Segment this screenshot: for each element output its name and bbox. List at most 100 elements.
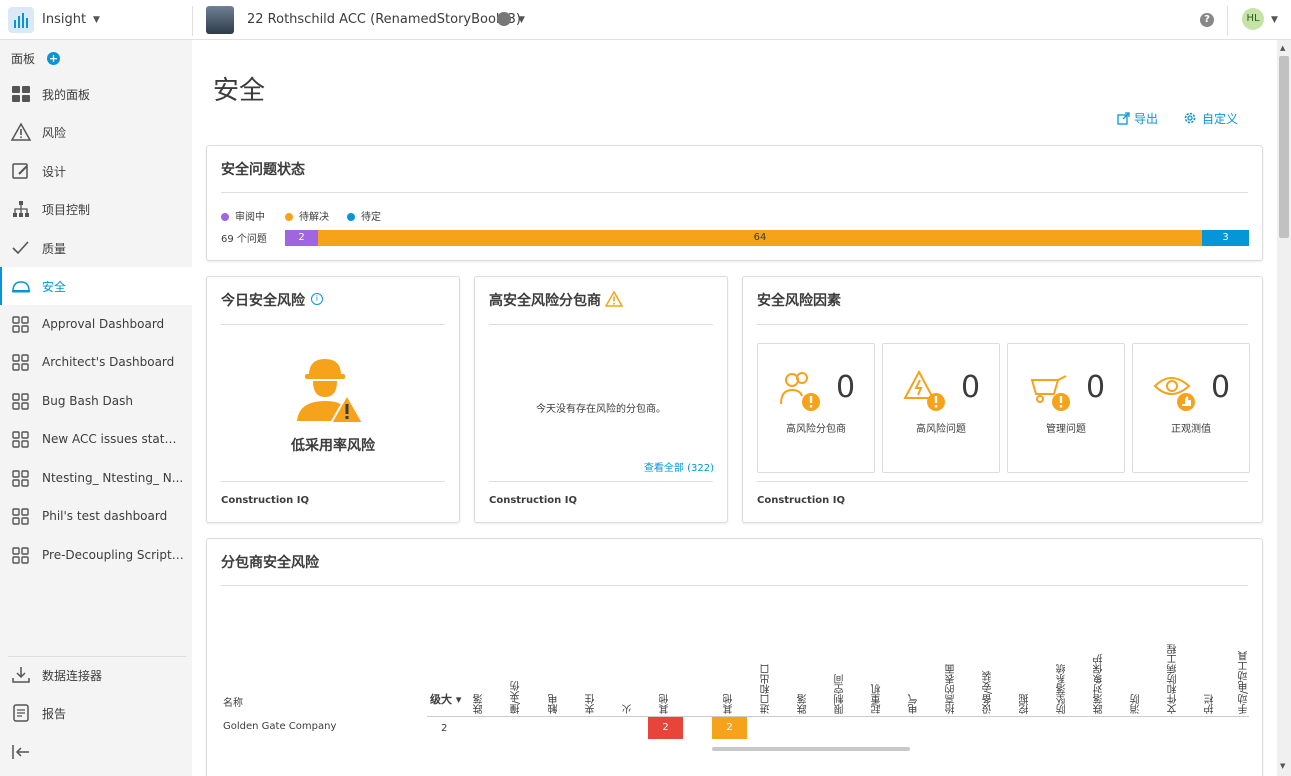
sidebar-item-pre-decoupling[interactable]: Pre-Decoupling Script ... bbox=[0, 537, 192, 575]
scroll-down-icon[interactable]: ▼ bbox=[1280, 762, 1285, 770]
checkmark-icon bbox=[12, 241, 29, 255]
factor-high-risk-subcontractors[interactable]: 0 高风险分包商 bbox=[757, 343, 875, 473]
horizontal-scrollbar[interactable] bbox=[712, 747, 910, 751]
column-header[interactable]: 防坠落系统 bbox=[1055, 634, 1069, 714]
construction-iq-label: Construction IQ bbox=[757, 495, 845, 506]
sidebar-item-label: New ACC issues status... bbox=[42, 432, 184, 446]
chevron-down-icon[interactable]: ▼ bbox=[93, 15, 100, 25]
dashboard-grid-icon bbox=[12, 316, 29, 333]
risk-cell-medium[interactable]: 2 bbox=[712, 717, 747, 739]
column-header[interactable]: 护栏 bbox=[1203, 634, 1217, 714]
divider bbox=[192, 6, 193, 36]
legend-item[interactable]: 待解决 bbox=[285, 208, 329, 223]
app-name[interactable]: Insight bbox=[42, 12, 86, 27]
scrollbar-thumb[interactable] bbox=[1279, 56, 1289, 238]
column-header[interactable]: 其他 bbox=[658, 634, 672, 714]
sidebar-item-label: Phil's test dashboard bbox=[42, 509, 168, 523]
column-header[interactable]: 限制空间 bbox=[833, 634, 847, 714]
column-header[interactable]: 其他 bbox=[722, 634, 736, 714]
sidebar-item-label: 风险 bbox=[42, 126, 67, 140]
factor-housekeeping-issues[interactable]: 0 管理问题 bbox=[1007, 343, 1125, 473]
column-header[interactable]: 跌落对象保护 bbox=[1092, 634, 1106, 714]
card-title: 高安全风险分包商 bbox=[489, 293, 601, 309]
sidebar-item-label: 数据连接器 bbox=[42, 669, 103, 683]
sidebar: 面板 + 我的面板 风险 设计 项目控制 质量 安全 Approval Dash… bbox=[0, 40, 192, 776]
sidebar-item-quality[interactable]: 质量 bbox=[0, 229, 192, 267]
column-header[interactable]: 跌落 bbox=[796, 634, 810, 714]
avatar[interactable]: HL bbox=[1242, 8, 1264, 30]
sidebar-item-project-control[interactable]: 项目控制 bbox=[0, 190, 192, 228]
column-header[interactable]: 文件和防病工程 bbox=[1166, 634, 1180, 714]
column-header[interactable]: 抬高的表面 bbox=[944, 634, 958, 714]
column-header[interactable]: 消防 bbox=[1129, 634, 1143, 714]
wheelbarrow-warning-icon bbox=[1030, 375, 1070, 411]
status-bar-segment-pending[interactable]: 3 bbox=[1202, 230, 1249, 246]
edit-pencil-icon bbox=[12, 163, 28, 179]
sidebar-item-design[interactable]: 设计 bbox=[0, 152, 192, 190]
dashboard-grid-icon bbox=[12, 508, 29, 525]
sidebar-item-architects-dashboard[interactable]: Architect's Dashboard bbox=[0, 344, 192, 382]
sidebar-item-risk[interactable]: 风险 bbox=[0, 113, 192, 151]
divider bbox=[221, 585, 1248, 586]
sidebar-item-bug-bash-dash[interactable]: Bug Bash Dash bbox=[0, 383, 192, 421]
card-title: 安全问题状态 bbox=[221, 162, 305, 178]
help-icon[interactable]: ? bbox=[1200, 13, 1214, 27]
column-header[interactable]: 进口和出口 bbox=[759, 634, 773, 714]
column-header[interactable]: 撞/夹伤 bbox=[509, 634, 523, 714]
dashboard-grid-icon bbox=[12, 431, 29, 448]
sidebar-item-ntesting[interactable]: Ntesting_ Ntesting_ N... bbox=[0, 460, 192, 498]
sidebar-item-safety[interactable]: 安全 bbox=[0, 267, 192, 305]
column-header[interactable]: 挖掘 bbox=[1018, 634, 1032, 714]
project-thumbnail bbox=[206, 6, 234, 34]
factor-high-risk-issues[interactable]: 0 高风险问题 bbox=[882, 343, 1000, 473]
column-header[interactable]: 触电 bbox=[547, 634, 561, 714]
subcontractor-name[interactable]: Golden Gate Company bbox=[223, 721, 336, 732]
total-value: 2 bbox=[441, 723, 448, 734]
chevron-down-icon[interactable]: ▼ bbox=[518, 15, 525, 25]
customize-button[interactable]: 自定义 bbox=[1183, 110, 1238, 127]
divider bbox=[757, 324, 1248, 325]
column-header[interactable]: 电气 bbox=[907, 634, 921, 714]
sidebar-item-label: Pre-Decoupling Script ... bbox=[42, 548, 184, 562]
table-row[interactable]: Golden Gate Company 2 2 2 bbox=[221, 717, 1249, 741]
risk-cell-high[interactable]: 2 bbox=[648, 717, 683, 739]
legend-item[interactable]: 待定 bbox=[347, 208, 381, 223]
export-button[interactable]: 导出 bbox=[1117, 110, 1158, 127]
safety-risk-factors-card: 安全风险因素 0 高风险分包商 0 高风险问题 0 管理问题 0 正观测值 Co… bbox=[742, 276, 1263, 523]
column-header[interactable]: 夹住 bbox=[584, 634, 598, 714]
sidebar-item-new-acc-issues[interactable]: New ACC issues status... bbox=[0, 421, 192, 459]
sidebar-item-phils-test-dashboard[interactable]: Phil's test dashboard bbox=[0, 498, 192, 536]
factor-positive-observations[interactable]: 0 正观测值 bbox=[1132, 343, 1250, 473]
status-bar-segment-open[interactable]: 64 bbox=[318, 230, 1202, 246]
collapse-left-icon bbox=[12, 745, 29, 759]
column-header[interactable]: 跌落 bbox=[472, 634, 486, 714]
factor-label: 高风险分包商 bbox=[786, 424, 846, 435]
subcontractor-safety-risk-card: 分包商安全风险 名称 级大 ▾ 跌落 撞/夹伤 触电 夹住 火 其他 其他 进口… bbox=[206, 538, 1263, 776]
add-dashboard-icon[interactable]: + bbox=[47, 52, 60, 65]
sidebar-item-label: 质量 bbox=[42, 242, 67, 256]
column-header[interactable]: 火 bbox=[621, 634, 635, 714]
divider bbox=[757, 481, 1248, 482]
column-header[interactable]: 起重机 bbox=[870, 634, 884, 714]
status-bar-segment-in-review[interactable]: 2 bbox=[285, 230, 318, 246]
top-bar: Insight ▼ 22 Rothschild ACC (RenamedStor… bbox=[0, 0, 1291, 40]
column-header[interactable]: 设备/安装 bbox=[981, 634, 995, 714]
sidebar-item-data-connector[interactable]: 数据连接器 bbox=[0, 656, 192, 694]
sidebar-item-my-dashboard[interactable]: 我的面板 bbox=[0, 75, 192, 113]
chevron-down-icon[interactable]: ▼ bbox=[1271, 15, 1278, 25]
sidebar-item-approval-dashboard[interactable]: Approval Dashboard bbox=[0, 306, 192, 344]
table-header-total[interactable]: 级大 ▾ bbox=[430, 691, 461, 707]
sidebar-item-label: 项目控制 bbox=[42, 203, 91, 217]
info-icon[interactable]: i bbox=[311, 293, 323, 305]
table-header-name[interactable]: 名称 bbox=[223, 694, 243, 709]
column-header[interactable]: 手动/电动工具 bbox=[1237, 634, 1251, 714]
view-all-link[interactable]: 查看全部 (322) bbox=[644, 459, 714, 474]
sidebar-item-reports[interactable]: 报告 bbox=[0, 694, 192, 732]
project-name[interactable]: 22 Rothschild ACC (RenamedStoryBook 3) bbox=[247, 12, 521, 27]
dashboard-grid-icon bbox=[12, 547, 29, 564]
legend-item[interactable]: 审阅中 bbox=[221, 208, 265, 223]
collapse-sidebar-button[interactable] bbox=[0, 733, 192, 771]
scroll-up-icon[interactable]: ▲ bbox=[1280, 44, 1285, 52]
sidebar-item-label: Bug Bash Dash bbox=[42, 394, 133, 408]
today-safety-risk-card: 今日安全风险 i 低采用率风险 Construction IQ bbox=[206, 276, 460, 523]
